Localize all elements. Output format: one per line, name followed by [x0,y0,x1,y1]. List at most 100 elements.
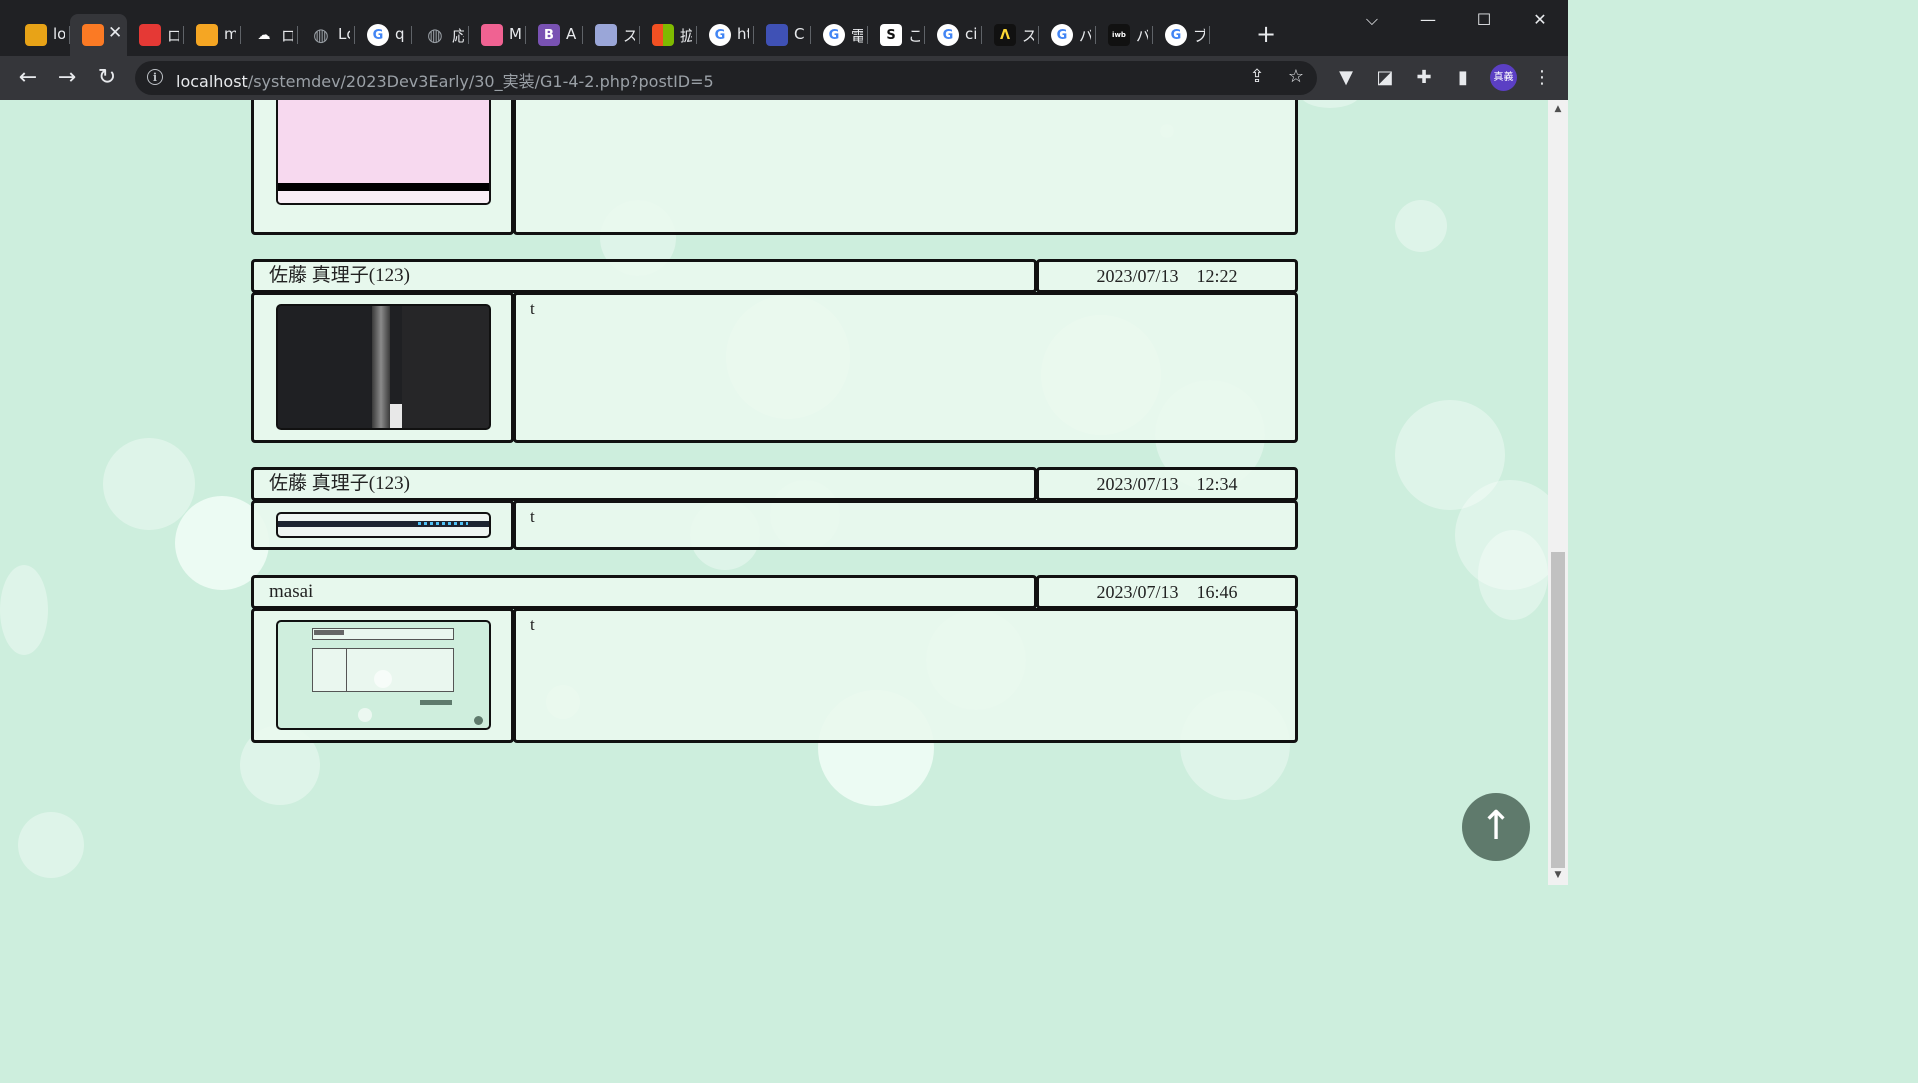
tab-title: q [395,25,405,43]
browser-tab[interactable]: ス [583,20,640,50]
post-time: 16:46 [1196,582,1238,602]
browser-tab[interactable]: BA [526,20,583,50]
google-icon: G [937,24,959,46]
browser-tab[interactable]: Ght [697,20,754,50]
site-info-icon[interactable]: i [147,69,163,85]
tab-title: ロ [281,27,293,45]
tab-search-icon[interactable]: ⌵ [1360,8,1384,32]
google-icon: G [1051,24,1073,46]
browser-tab[interactable]: ☁ ロ [241,20,298,50]
tab-title: ci [965,25,977,43]
extension-icon[interactable]: ◪ [1373,66,1397,90]
browser-tab[interactable]: lo [13,20,70,50]
layers-icon [766,24,788,46]
close-window-button[interactable]: ✕ [1528,8,1552,32]
side-panel-icon[interactable]: ▮ [1451,66,1475,90]
menu-kebab-icon[interactable]: ⋮ [1530,66,1554,90]
extensions-puzzle-icon[interactable]: ✚ [1412,66,1436,90]
tab-title: 応 [452,27,464,45]
browser-tab[interactable]: ◍ 応 [412,20,469,50]
tab-title: 電 [851,27,863,45]
share-icon[interactable]: ⇪ [1245,66,1269,87]
post-image-cell [251,100,514,235]
browser-tab[interactable]: Gq [355,20,412,50]
browser-tab-bar: lo✕ロm☁ロ◍LcGq◍応MBAス拡GhtCG電SこGciΛスGバiwbバGブ… [0,0,1568,56]
url-host: localhost [176,72,248,91]
scroll-up-arrow-icon[interactable]: ▲ [1552,104,1564,114]
post-image[interactable] [276,100,491,205]
tab-title: 拡 [680,27,692,45]
post-image-cell [251,608,514,743]
tab-title: A [566,25,577,43]
address-bar[interactable]: i localhost/systemdev/2023Dev3Early/30_実… [135,61,1317,95]
phpmyadmin-icon [196,24,218,46]
browser-tab[interactable]: M [469,20,526,50]
tab-title: M [509,25,521,43]
post-text-cell: t [513,608,1298,743]
bootstrap-icon: B [538,24,560,46]
post-text: t [530,299,535,318]
post-datetime: 2023/07/13 12:22 [1036,259,1298,293]
browser-tab[interactable]: Λス [982,20,1039,50]
tab-title: こ [908,27,920,45]
forward-button[interactable]: → [53,64,81,92]
vue-devtools-icon[interactable]: ▼ [1334,66,1358,90]
browser-tab[interactable]: C [754,20,811,50]
post-datetime: 2023/07/13 12:34 [1036,467,1298,501]
maximize-button[interactable]: ☐ [1472,8,1496,32]
tab-title: C [794,25,805,43]
tab-title: ht [737,25,749,43]
post-image[interactable] [276,620,491,730]
post-author: masai [251,575,1037,609]
bookmark-star-icon[interactable]: ☆ [1284,66,1308,87]
back-button[interactable]: ← [14,64,42,92]
browser-tab[interactable]: iwb バ [1096,20,1153,50]
post-time: 12:34 [1196,474,1238,494]
post-header: masai 2023/07/13 16:46 [251,575,1298,609]
close-tab-icon[interactable]: ✕ [108,23,122,43]
tab-title: ロ [167,27,179,45]
profile-avatar[interactable]: 真義 [1490,64,1517,91]
browser-tab[interactable]: 拡 [640,20,697,50]
browser-tab[interactable]: ✕ [70,14,127,56]
post-text-cell: t [513,100,1298,235]
tab-title: Lc [338,25,350,43]
post-author: 佐藤 真理子(123) [251,467,1037,501]
post-text: t [530,507,535,526]
browser-tab[interactable]: ◍ Lc [298,20,355,50]
scroll-to-top-button[interactable]: ↑ [1462,793,1530,861]
browser-tab[interactable]: Sこ [868,20,925,50]
browser-tab[interactable]: G電 [811,20,868,50]
browser-tab[interactable]: Gバ [1039,20,1096,50]
reload-button[interactable]: ↻ [93,64,121,92]
post-text: t [530,615,535,634]
new-tab-button[interactable]: + [1254,20,1278,48]
tab-title: ス [623,27,635,45]
google-icon: G [367,24,389,46]
tab-title: m [224,25,236,43]
url-text[interactable]: localhost/systemdev/2023Dev3Early/30_実装/… [176,68,714,92]
browser-tab[interactable]: m [184,20,241,50]
post-image-cell [251,500,514,550]
browser-tab[interactable]: Gci [925,20,982,50]
post-date: 2023/07/13 [1096,582,1179,602]
scroll-down-arrow-icon[interactable]: ▼ [1552,870,1564,880]
scrollbar-thumb[interactable] [1551,552,1565,868]
browser-tab[interactable]: Gブ [1153,20,1210,50]
pma-logo-icon [25,24,47,46]
tab-separator [1209,26,1210,44]
tab-title: ブ [1193,27,1205,45]
post-image-cell [251,292,514,443]
post-header: 佐藤 真理子(123) 2023/07/13 12:22 [251,259,1298,293]
minimize-button[interactable]: — [1416,8,1440,32]
tab-title: バ [1136,27,1148,45]
post-image[interactable] [276,512,491,538]
post-image[interactable] [276,304,491,430]
google-icon: G [823,24,845,46]
tab-title: バ [1079,27,1091,45]
iwb-jp-icon: iwb [1108,24,1130,46]
browser-tab[interactable]: ロ [127,20,184,50]
vertical-scrollbar[interactable]: ▲ ▼ [1548,100,1568,885]
post-datetime: 2023/07/13 16:46 [1036,575,1298,609]
post-date: 2023/07/13 [1096,474,1179,494]
